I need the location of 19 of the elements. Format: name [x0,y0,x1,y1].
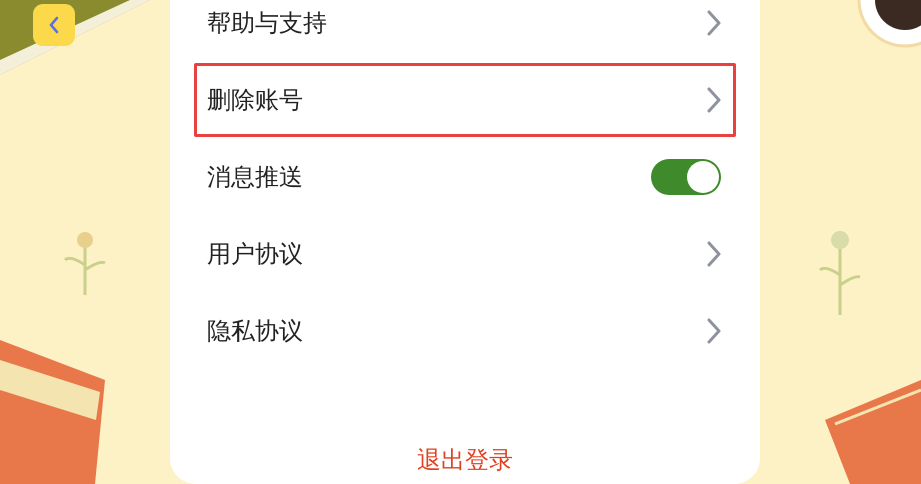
settings-row[interactable]: 帮助与支持 [194,0,736,60]
settings-label: 用户协议 [207,239,303,270]
settings-row[interactable]: 消息推送 [194,140,736,214]
settings-row[interactable]: 用户协议 [194,217,736,291]
chevron-right-icon [707,318,721,344]
coffee-cup-drawing [855,0,921,50]
chevron-right-icon [707,241,721,267]
settings-row[interactable]: 删除账号 [194,63,736,137]
logout-button[interactable]: 退出登录 [409,440,521,480]
back-button[interactable] [33,4,75,46]
settings-label: 帮助与支持 [207,8,327,39]
settings-label: 删除账号 [207,85,303,116]
chevron-left-icon [49,16,59,34]
settings-row[interactable]: 隐私协议 [194,294,736,368]
settings-label: 隐私协议 [207,316,303,347]
chevron-right-icon [707,10,721,36]
settings-label: 消息推送 [207,162,303,193]
toggle-switch[interactable] [651,159,721,195]
chevron-right-icon [707,87,721,113]
